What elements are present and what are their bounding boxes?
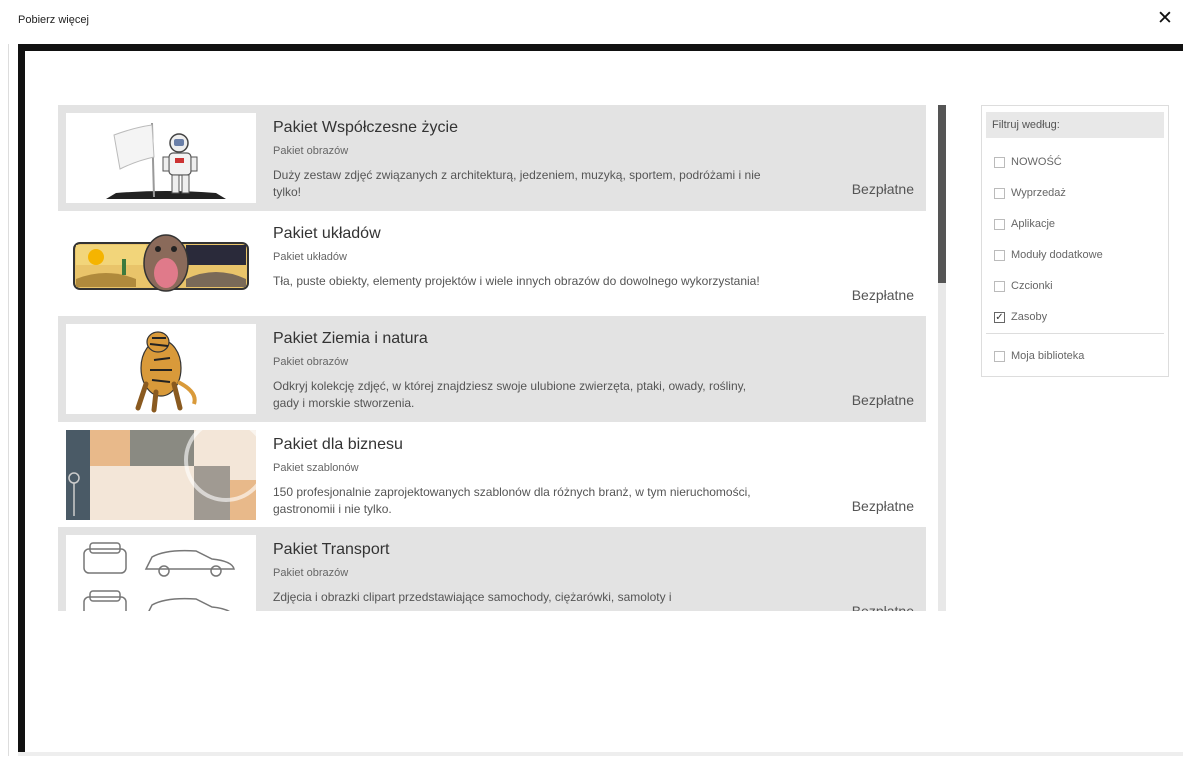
content-frame-bottom [18,752,1183,756]
close-icon[interactable]: ✕ [1155,8,1175,28]
product-type: Pakiet szablonów [273,461,359,474]
checkbox[interactable] [994,350,1005,362]
checkbox[interactable] [994,280,1005,292]
product-price[interactable]: Bezpłatne [852,181,914,197]
filter-option-label: Zasoby [1011,311,1048,323]
filter-divider [986,333,1164,334]
product-price[interactable]: Bezpłatne [852,287,914,303]
product-type: Pakiet układów [273,250,347,263]
frame-border [8,44,9,756]
filter-option-label: Moja biblioteka [1011,350,1085,362]
checkbox[interactable] [994,249,1005,261]
product-description: Duży zestaw zdjęć związanych z architekt… [273,168,761,199]
product-title: Pakiet Współczesne życie [273,119,458,136]
scrollbar-thumb[interactable] [938,105,946,283]
product-title: Pakiet Ziemia i natura [273,330,428,347]
product-list: Pakiet Współczesne życie Pakiet obrazów … [58,105,926,611]
filter-option-sale[interactable]: Wyprzedaż [994,185,1066,201]
product-description: 150 profesjonalnie zaprojektowanych szab… [273,484,751,516]
product-description: Odkryj kolekcję zdjęć, w której znajdzie… [273,379,747,410]
product-description: Tła, puste obiekty, elementy projektów i… [273,273,760,288]
filter-option-assets[interactable]: ✓ Zasoby [994,309,1047,325]
filter-option-plugins[interactable]: Moduły dodatkowe [994,247,1103,263]
product-type: Pakiet obrazów [273,356,349,368]
product-title: Pakiet Transport [273,541,390,558]
desert-monster-icon [66,218,256,309]
product-price[interactable]: Bezpłatne [852,498,914,514]
filter-panel: Filtruj według: NOWOŚĆ Wyprzedaż Aplikac… [981,105,1169,377]
product-title: Pakiet układów [273,224,381,242]
list-scrollbar[interactable] [938,105,946,611]
filter-header: Filtruj według: [986,112,1164,138]
product-price[interactable]: Bezpłatne [852,603,914,611]
product-item[interactable]: Pakiet Ziemia i natura Pakiet obrazów Od… [58,316,926,422]
filter-option-label: Wyprzedaż [1011,187,1066,199]
product-item[interactable]: Pakiet układów Pakiet układów Tła, puste… [58,210,926,316]
filter-option-my-library[interactable]: Moja biblioteka [994,348,1084,364]
filter-option-apps[interactable]: Aplikacje [994,216,1055,232]
product-item[interactable]: Pakiet dla biznesu Pakiet szablonów 150 … [58,421,926,527]
filter-option-label: Czcionki [1011,280,1053,292]
product-description: Zdjęcia i obrazki clipart przedstawiając… [273,590,672,604]
product-type: Pakiet obrazów [273,567,349,579]
content-frame-left [18,44,25,756]
checkbox-checked[interactable]: ✓ [994,311,1005,323]
filter-option-label: Aplikacje [1011,218,1056,230]
filter-option-new[interactable]: NOWOŚĆ [994,154,1062,170]
business-template-icon [66,429,256,520]
content-frame-top [18,44,1183,51]
product-item[interactable]: Pakiet Transport Pakiet obrazów Zdjęcia … [58,527,926,611]
checkbox[interactable] [994,218,1005,230]
product-price[interactable]: Bezpłatne [852,392,914,408]
product-item[interactable]: Pakiet Współczesne życie Pakiet obrazów … [58,105,926,211]
checkbox[interactable] [994,187,1005,199]
cars-icon [66,535,256,611]
tiger-icon [66,324,256,414]
astronaut-flag-icon [66,113,256,203]
product-type: Pakiet obrazów [273,145,349,157]
dialog-titlebar: Pobierz więcej ✕ [0,0,1183,36]
dialog-title: Pobierz więcej [18,14,89,26]
filter-option-label: Moduły dodatkowe [1011,249,1103,261]
product-title: Pakiet dla biznesu [273,435,403,453]
filter-option-fonts[interactable]: Czcionki [994,278,1053,294]
checkbox[interactable] [994,156,1005,168]
filter-option-label: NOWOŚĆ [1011,156,1062,168]
